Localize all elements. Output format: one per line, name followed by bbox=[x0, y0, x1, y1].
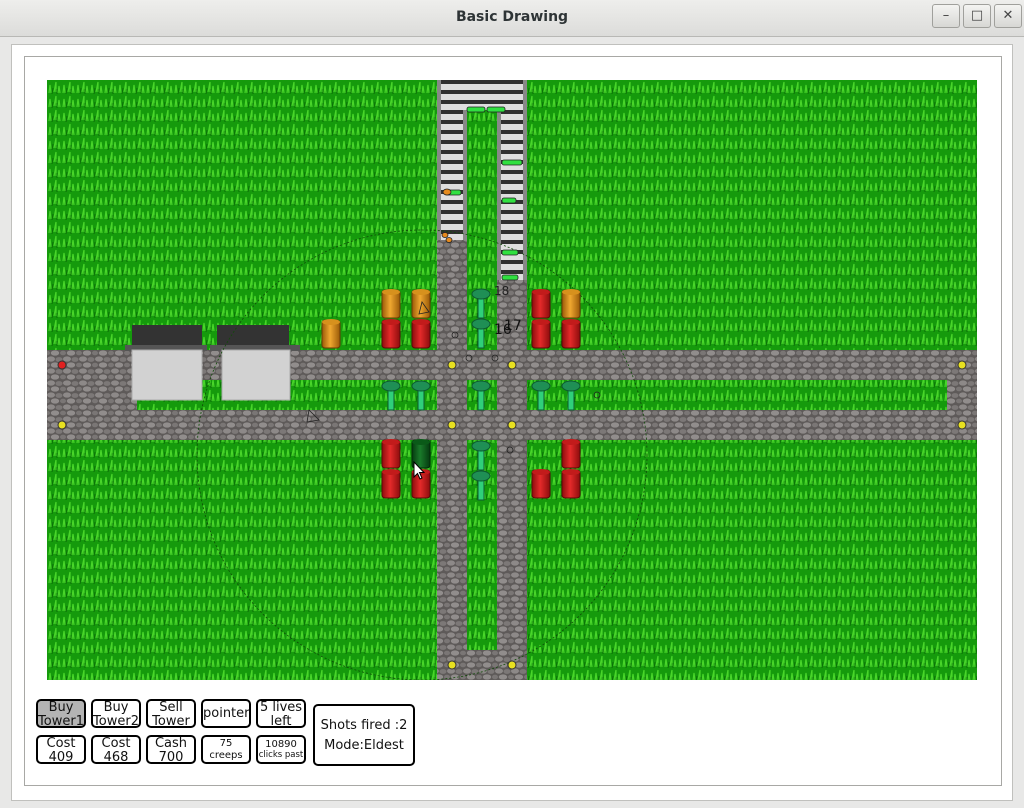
cost-tower1-display: Cost 409 bbox=[36, 735, 86, 764]
buy-tower1-label: Buy bbox=[48, 700, 74, 715]
buy-tower2-label: Tower2 bbox=[93, 714, 139, 728]
minimize-button[interactable]: – bbox=[932, 4, 960, 28]
buy-tower2-label: Buy bbox=[103, 700, 129, 715]
mode-label: Mode:Eldest bbox=[324, 738, 404, 753]
buy-tower1-button[interactable]: Buy Tower1 bbox=[36, 699, 86, 728]
creeps-label: left bbox=[203, 762, 249, 764]
cost-tower2-display: Cost 468 bbox=[91, 735, 141, 764]
buy-tower1-label: Tower1 bbox=[38, 714, 84, 728]
creeps-left-display: 75 creepsleft bbox=[201, 735, 251, 764]
cost2-value: 468 bbox=[103, 750, 129, 764]
red-tower bbox=[381, 439, 401, 469]
clicks-past-display: 10890 clicks past bbox=[256, 735, 306, 764]
orange-tower bbox=[321, 319, 341, 349]
orange-tower bbox=[561, 289, 581, 319]
cash-value: 700 bbox=[158, 750, 184, 764]
spawn-marker bbox=[57, 360, 67, 370]
creeps-label: 75 creeps bbox=[209, 738, 243, 761]
maximize-icon: □ bbox=[970, 8, 984, 23]
lives-label: 5 lives bbox=[259, 700, 303, 715]
maximize-button[interactable]: □ bbox=[963, 4, 991, 28]
red-tower bbox=[381, 319, 401, 349]
clicks-label: clicks past bbox=[258, 750, 304, 760]
cost2-label: Cost bbox=[101, 736, 131, 751]
red-tower bbox=[381, 469, 401, 499]
red-tower bbox=[531, 289, 551, 319]
cash-display: Cash 700 bbox=[146, 735, 196, 764]
red-tower bbox=[411, 319, 431, 349]
cost1-value: 409 bbox=[48, 750, 74, 764]
sell-tower-label: Tower bbox=[152, 714, 190, 728]
lives-display: 5 lives left bbox=[256, 699, 306, 728]
red-tower bbox=[561, 439, 581, 469]
pointer-label: pointer bbox=[203, 706, 250, 721]
close-icon: ✕ bbox=[1002, 8, 1014, 23]
orange-tower bbox=[381, 289, 401, 319]
close-button[interactable]: ✕ bbox=[994, 4, 1022, 28]
window-title: Basic Drawing bbox=[455, 9, 569, 25]
red-tower bbox=[561, 319, 581, 349]
status-panel: Shots fired :2 Mode:Eldest bbox=[313, 704, 415, 766]
cost1-label: Cost bbox=[46, 736, 76, 751]
buy-tower2-button[interactable]: Buy Tower2 bbox=[91, 699, 141, 728]
house bbox=[210, 325, 300, 401]
game-map[interactable]: 18 17 16 bbox=[47, 80, 977, 680]
minimize-icon: – bbox=[942, 8, 950, 23]
sell-tower-button[interactable]: Sell Tower bbox=[146, 699, 196, 728]
house bbox=[125, 325, 207, 401]
lives-label: left bbox=[270, 714, 292, 728]
shots-fired-label: Shots fired :2 bbox=[320, 718, 408, 733]
red-tower bbox=[531, 469, 551, 499]
cash-label: Cash bbox=[154, 736, 188, 751]
window-titlebar: Basic Drawing – □ ✕ bbox=[0, 0, 1024, 37]
red-tower bbox=[561, 469, 581, 499]
red-tower bbox=[531, 319, 551, 349]
pointer-button[interactable]: pointer bbox=[201, 699, 251, 728]
mouse-cursor-icon bbox=[413, 461, 425, 480]
sell-tower-label: Sell bbox=[159, 700, 183, 715]
damage-label: 16 bbox=[494, 322, 512, 338]
damage-label: 18 bbox=[494, 284, 509, 298]
clicks-value: 10890 bbox=[265, 739, 297, 750]
